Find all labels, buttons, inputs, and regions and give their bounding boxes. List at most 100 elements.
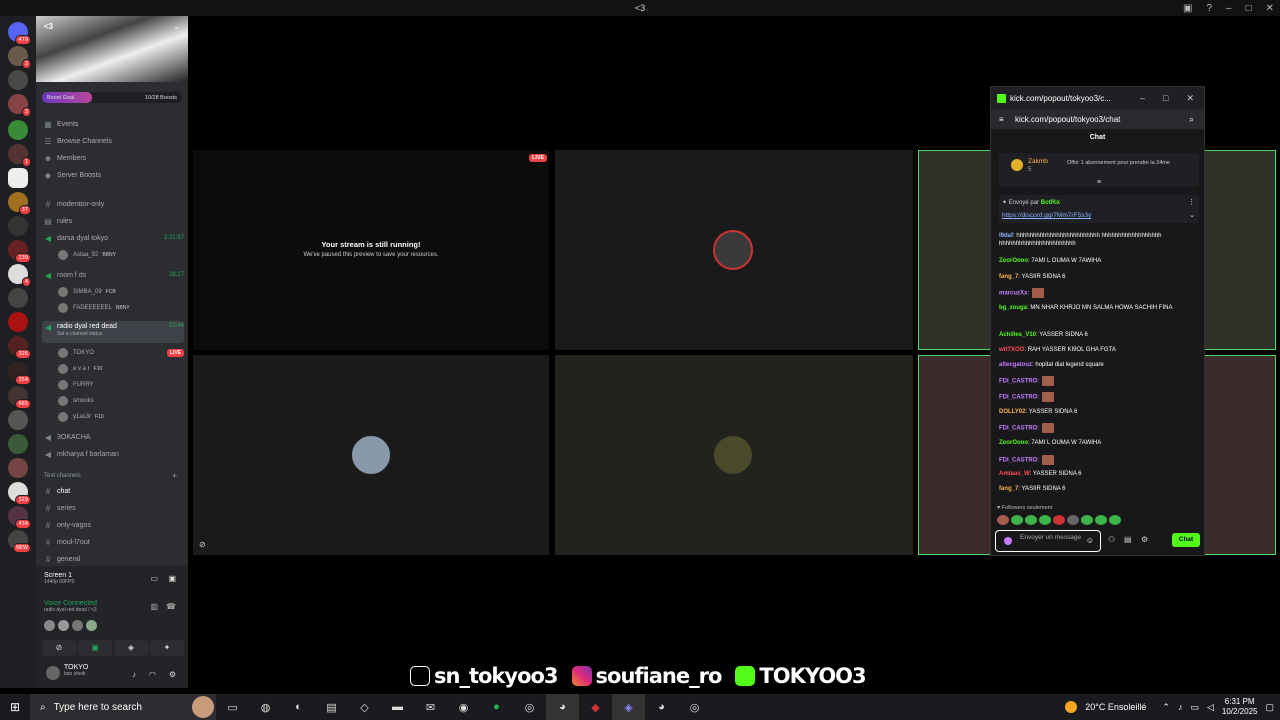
chat-username[interactable]: FDI_CASTRO — [999, 458, 1037, 464]
discord-link[interactable]: https://discord.gg/7Mm7rF5s3y — [1002, 212, 1091, 219]
server-icon[interactable] — [8, 70, 28, 90]
chat-input[interactable]: Envoyer un message ☺ — [995, 530, 1101, 552]
participant-tile[interactable] — [555, 150, 913, 350]
channel-series[interactable]: # series — [42, 501, 184, 515]
activity-icon[interactable] — [44, 620, 55, 631]
gear-icon[interactable]: ⚙ — [1141, 535, 1148, 544]
minimize-icon[interactable]: – — [1226, 3, 1232, 14]
emote-icon[interactable] — [1053, 515, 1065, 525]
settings-icon[interactable]: ⚙ — [169, 670, 176, 679]
copilot-icon[interactable]: ◍ — [249, 694, 282, 720]
server-icon[interactable]: 1 — [8, 144, 31, 167]
weather-text[interactable]: 20°C Ensoleillé — [1085, 702, 1146, 712]
activity-icon[interactable] — [58, 620, 69, 631]
server-icon[interactable]: 3 — [8, 94, 31, 117]
server-icon[interactable] — [8, 434, 28, 454]
channel-general[interactable]: # general — [42, 552, 184, 566]
server-icon[interactable]: 37 — [8, 192, 31, 215]
soundboard-icon[interactable]: ✦ — [150, 640, 184, 656]
chat-username[interactable]: witTXOO — [999, 347, 1024, 353]
windows-start-icon[interactable]: ⊞ — [0, 700, 30, 714]
spotify-icon[interactable]: ● — [480, 694, 513, 720]
current-user[interactable]: TOKYO ban sheik — [64, 664, 88, 677]
emote-icon[interactable] — [1039, 515, 1051, 525]
chat-username[interactable]: l9daf — [999, 233, 1013, 239]
chrome-icon[interactable]: ◕ — [645, 694, 678, 720]
voice-channel-radio[interactable]: ◀ radio dyal red dead Set a channel status… — [42, 321, 184, 343]
steam-icon[interactable]: ◉ — [447, 694, 480, 720]
home-icon[interactable]: 479 — [8, 22, 31, 45]
app-icon[interactable]: ◎ — [678, 694, 711, 720]
edge-icon[interactable]: ◐ — [282, 694, 315, 720]
stream-tile[interactable]: LIVE Your stream is still running! We've… — [193, 150, 549, 350]
maximize-icon[interactable]: □ — [1246, 3, 1252, 14]
add-channel-icon[interactable]: + — [172, 471, 177, 481]
users-icon[interactable]: ⚇ — [1108, 535, 1115, 544]
camera-off-icon[interactable]: ⊘ — [42, 640, 76, 656]
voice-user[interactable]: smooks — [58, 394, 184, 408]
clock[interactable]: 6:31 PM 10/2/2025 — [1222, 697, 1258, 717]
voice-connected-info[interactable]: Voice Connected radio dyal red dead / <3 — [44, 600, 97, 613]
emote-icon[interactable] — [1011, 515, 1023, 525]
chat-username[interactable]: Achilles_V10 — [999, 332, 1036, 338]
site-settings-icon[interactable]: ≡ — [999, 115, 1004, 124]
maximize-icon[interactable]: □ — [1163, 93, 1168, 104]
server-icon[interactable]: 665 — [8, 386, 31, 409]
emote-icon[interactable] — [997, 515, 1009, 525]
taskbar-search[interactable]: ⌕ Type here to search — [30, 694, 216, 720]
chat-username[interactable]: FDI_CASTRO — [999, 426, 1037, 432]
mic-icon[interactable]: ♪ — [132, 670, 136, 679]
address-bar[interactable]: ≡ kick.com/popout/tokyoo3/chat ⌕ — [991, 109, 1204, 129]
menu-events[interactable]: ▦ Events — [42, 117, 184, 131]
chrome-icon[interactable]: ◕ — [546, 694, 579, 720]
screen-share-info[interactable]: Screen 1 1440p 60FPS — [44, 572, 75, 585]
chevron-down-icon[interactable]: ⌄ — [173, 22, 180, 31]
network-icon[interactable]: ▭ — [1190, 702, 1199, 713]
chat-username[interactable]: DOLLY02 — [999, 409, 1025, 415]
channel-moderator-only[interactable]: # moderator-only — [42, 197, 184, 211]
server-icon[interactable]: 139 — [8, 240, 31, 263]
server-icon[interactable]: 2 — [8, 46, 31, 69]
pin-icon[interactable]: ⋮ — [1188, 198, 1195, 206]
file-explorer-icon[interactable]: ▬ — [381, 694, 414, 720]
activity-icon[interactable] — [72, 620, 83, 631]
participant-tile[interactable] — [555, 355, 913, 555]
voice-user[interactable]: e v a r F10 — [58, 362, 184, 376]
volume-icon[interactable]: ◁ — [1207, 702, 1214, 713]
popout-icon[interactable]: ▭ — [150, 574, 158, 583]
server-icon[interactable] — [8, 458, 28, 478]
voice-user[interactable]: SIMBA_09 FCB — [58, 285, 184, 299]
notification-icon[interactable]: ▢ — [1265, 702, 1274, 713]
server-icon[interactable]: 354 — [8, 362, 31, 385]
server-icon[interactable]: 329 — [8, 482, 31, 505]
server-icon[interactable]: 434 — [8, 506, 31, 529]
store-icon[interactable]: ▤ — [315, 694, 348, 720]
server-icon[interactable] — [8, 120, 28, 140]
task-view-icon[interactable]: ▭ — [216, 694, 249, 720]
server-icon-active[interactable] — [8, 168, 28, 188]
voice-channel-mkharya[interactable]: ◀ mkharya f barlaman — [42, 447, 184, 461]
mic-icon[interactable]: ♪ — [1178, 702, 1183, 712]
emoji-icon[interactable]: ☺ — [1086, 537, 1094, 545]
voice-user[interactable]: FURRY — [58, 378, 184, 392]
server-icon[interactable]: 4 — [8, 264, 31, 287]
server-icon[interactable]: 326 — [8, 336, 31, 359]
voice-user[interactable]: FADEEEEEEL BBNY — [58, 301, 184, 315]
noise-suppression-icon[interactable]: ▥ — [150, 602, 158, 611]
emote-icon[interactable] — [1095, 515, 1107, 525]
chevron-down-icon[interactable]: ⌄ — [1189, 211, 1195, 219]
emote-icon[interactable] — [1067, 515, 1079, 525]
voice-channel-3okacha[interactable]: ◀ 3OKACHA — [42, 430, 184, 444]
pinned-gift-message[interactable]: Zakmb 5 Offrir 1 abonnement pour prendre… — [999, 153, 1199, 187]
close-icon[interactable]: ✕ — [1186, 93, 1194, 104]
minimize-icon[interactable]: – — [1140, 93, 1145, 104]
server-banner[interactable]: <3 ⌄ — [36, 16, 188, 82]
server-icon[interactable] — [8, 216, 28, 236]
chat-username[interactable]: FDI_CASTRO — [999, 395, 1037, 401]
chevron-up-icon[interactable]: ⌃ — [1162, 702, 1170, 713]
menu-members[interactable]: ☻ Members — [42, 151, 184, 165]
screen-share-icon[interactable]: ▣ — [78, 640, 112, 656]
help-icon[interactable]: ? — [1206, 3, 1212, 14]
notes-icon[interactable]: ◇ — [348, 694, 381, 720]
channel-chat[interactable]: # chat — [42, 484, 184, 498]
